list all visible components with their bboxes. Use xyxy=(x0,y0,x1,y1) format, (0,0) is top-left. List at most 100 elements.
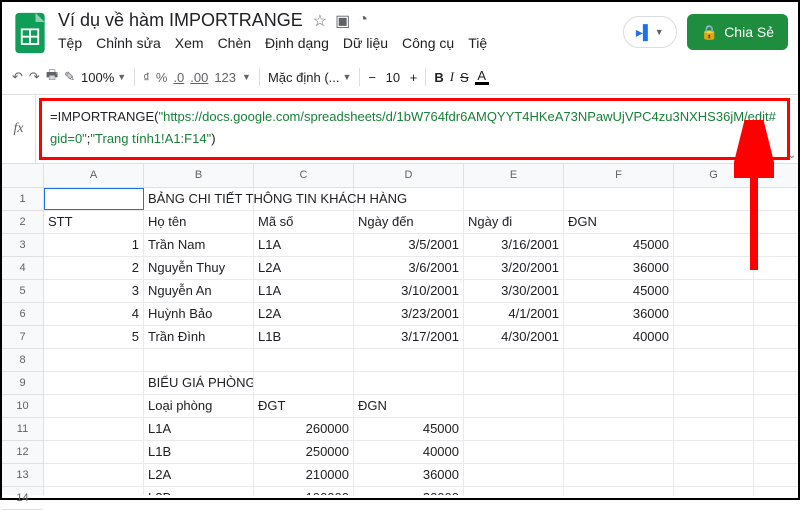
cell-C9[interactable] xyxy=(254,372,354,394)
cell-F1[interactable] xyxy=(564,188,674,210)
cell-D13[interactable]: 36000 xyxy=(354,464,464,486)
menu-view[interactable]: Xem xyxy=(175,35,204,51)
cell-G8[interactable] xyxy=(674,349,754,371)
row-header-13[interactable]: 13 xyxy=(2,464,43,487)
row-header-4[interactable]: 4 xyxy=(2,257,43,280)
cell-G11[interactable] xyxy=(674,418,754,440)
cell-E2[interactable]: Ngày đi xyxy=(464,211,564,233)
row-header-11[interactable]: 11 xyxy=(2,418,43,441)
cell-A1[interactable] xyxy=(44,188,144,210)
cell-E12[interactable] xyxy=(464,441,564,463)
star-icon[interactable]: ☆ xyxy=(313,11,327,31)
menu-edit[interactable]: Chỉnh sửa xyxy=(96,35,161,51)
cell-F3[interactable]: 45000 xyxy=(564,234,674,256)
cell-E9[interactable] xyxy=(464,372,564,394)
cell-C6[interactable]: L2A xyxy=(254,303,354,325)
percent-button[interactable]: % xyxy=(156,70,168,85)
cell-D5[interactable]: 3/10/2001 xyxy=(354,280,464,302)
cell-E7[interactable]: 4/30/2001 xyxy=(464,326,564,348)
cell-A3[interactable]: 1 xyxy=(44,234,144,256)
cell-G13[interactable] xyxy=(674,464,754,486)
cell-G14[interactable] xyxy=(674,487,754,495)
row-header-12[interactable]: 12 xyxy=(2,441,43,464)
increase-decimal-button[interactable]: .00 xyxy=(190,70,208,85)
cell-B6[interactable]: Huỳnh Bảo xyxy=(144,303,254,325)
menu-tools[interactable]: Công cụ xyxy=(402,35,454,51)
col-header-B[interactable]: B xyxy=(144,164,254,187)
cell-B2[interactable]: Họ tên xyxy=(144,211,254,233)
cell-B1[interactable]: BẢNG CHI TIẾT THÔNG TIN KHÁCH HÀNG xyxy=(144,188,254,210)
col-header-D[interactable]: D xyxy=(354,164,464,187)
col-header-A[interactable]: A xyxy=(44,164,144,187)
cell-F11[interactable] xyxy=(564,418,674,440)
cell-F5[interactable]: 45000 xyxy=(564,280,674,302)
currency-button[interactable]: ₫ xyxy=(143,70,150,85)
cell-C12[interactable]: 250000 xyxy=(254,441,354,463)
formula-expand-icon[interactable]: ⌄ xyxy=(788,150,796,161)
font-size-select[interactable]: − 10 + xyxy=(368,70,417,85)
cell-F13[interactable] xyxy=(564,464,674,486)
cell-D12[interactable]: 40000 xyxy=(354,441,464,463)
cell-G3[interactable] xyxy=(674,234,754,256)
menu-insert[interactable]: Chèn xyxy=(218,35,251,51)
cell-A11[interactable] xyxy=(44,418,144,440)
cell-C4[interactable]: L2A xyxy=(254,257,354,279)
cell-B10[interactable]: Loại phòng xyxy=(144,395,254,417)
cell-A13[interactable] xyxy=(44,464,144,486)
cell-E4[interactable]: 3/20/2001 xyxy=(464,257,564,279)
row-header-10[interactable]: 10 xyxy=(2,395,43,418)
row-header-7[interactable]: 7 xyxy=(2,326,43,349)
menu-data[interactable]: Dữ liệu xyxy=(343,35,388,51)
cell-C2[interactable]: Mã số xyxy=(254,211,354,233)
cell-D9[interactable] xyxy=(354,372,464,394)
cell-B5[interactable]: Nguyễn An xyxy=(144,280,254,302)
bold-button[interactable]: B xyxy=(434,70,443,85)
cell-D8[interactable] xyxy=(354,349,464,371)
cell-E10[interactable] xyxy=(464,395,564,417)
cell-C10[interactable]: ĐGT xyxy=(254,395,354,417)
row-header-8[interactable]: 8 xyxy=(2,349,43,372)
cell-F12[interactable] xyxy=(564,441,674,463)
cell-E8[interactable] xyxy=(464,349,564,371)
cell-G2[interactable] xyxy=(674,211,754,233)
cell-D11[interactable]: 45000 xyxy=(354,418,464,440)
row-header-9[interactable]: 9 xyxy=(2,372,43,395)
redo-icon[interactable]: ↷ xyxy=(29,69,40,85)
strikethrough-button[interactable]: S xyxy=(460,70,469,85)
paint-format-icon[interactable]: ✎ xyxy=(64,69,75,85)
cell-C5[interactable]: L1A xyxy=(254,280,354,302)
row-header-1[interactable]: 1 xyxy=(2,188,43,211)
cell-D2[interactable]: Ngày đến xyxy=(354,211,464,233)
cell-A10[interactable] xyxy=(44,395,144,417)
cell-B9[interactable]: BIỂU GIÁ PHÒNG xyxy=(144,372,254,394)
cell-E1[interactable] xyxy=(464,188,564,210)
cell-G7[interactable] xyxy=(674,326,754,348)
cell-B13[interactable]: L2A xyxy=(144,464,254,486)
cell-F7[interactable]: 40000 xyxy=(564,326,674,348)
cell-C11[interactable]: 260000 xyxy=(254,418,354,440)
cell-E11[interactable] xyxy=(464,418,564,440)
cell-F2[interactable]: ĐGN xyxy=(564,211,674,233)
share-button[interactable]: 🔒 Chia Sẻ xyxy=(687,14,788,50)
cell-B8[interactable] xyxy=(144,349,254,371)
cell-B3[interactable]: Trần Nam xyxy=(144,234,254,256)
cell-C3[interactable]: L1A xyxy=(254,234,354,256)
cell-A8[interactable] xyxy=(44,349,144,371)
cell-A14[interactable] xyxy=(44,487,144,495)
text-color-button[interactable]: A xyxy=(475,69,489,85)
cell-C7[interactable]: L1B xyxy=(254,326,354,348)
cell-F6[interactable]: 36000 xyxy=(564,303,674,325)
menu-format[interactable]: Định dạng xyxy=(265,35,329,51)
row-header-14[interactable]: 14 xyxy=(2,487,43,510)
cell-G6[interactable] xyxy=(674,303,754,325)
cell-B4[interactable]: Nguyễn Thuy xyxy=(144,257,254,279)
cell-F10[interactable] xyxy=(564,395,674,417)
cell-E14[interactable] xyxy=(464,487,564,495)
cell-A5[interactable]: 3 xyxy=(44,280,144,302)
col-header-E[interactable]: E xyxy=(464,164,564,187)
print-icon[interactable]: 🖶 xyxy=(46,66,58,88)
row-header-6[interactable]: 6 xyxy=(2,303,43,326)
font-family-select[interactable]: Mặc định (...▼ xyxy=(268,70,351,85)
cell-F14[interactable] xyxy=(564,487,674,495)
doc-title[interactable]: Ví dụ về hàm IMPORTRANGE xyxy=(58,10,303,31)
